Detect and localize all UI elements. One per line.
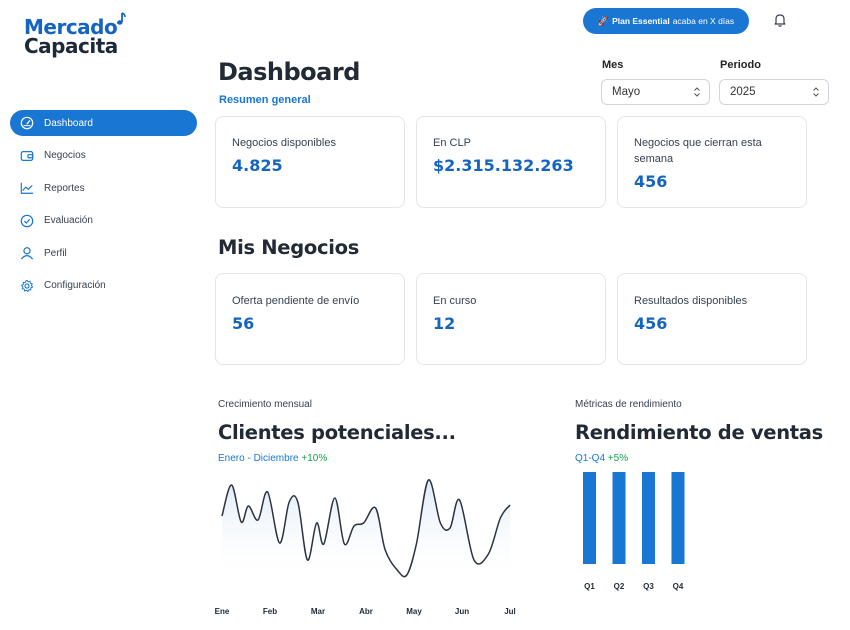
month-value: Mayo: [612, 86, 641, 98]
logo[interactable]: Mercado Capacita: [24, 12, 134, 58]
line-chart-icon: [20, 181, 34, 195]
plan-expiry: acaba en X días: [672, 16, 735, 26]
sidebar-item-evaluacion[interactable]: Evaluación: [10, 208, 197, 234]
user-icon: [20, 246, 34, 260]
period-value: 2025: [730, 86, 756, 98]
sales-chart-title: Rendimiento de ventas: [575, 421, 823, 444]
sidebar-item-configuracion[interactable]: Configuración: [10, 273, 197, 299]
chevron-updown-icon: [813, 87, 819, 97]
logo-line-2: Capacita: [24, 34, 118, 58]
summary-card-closing: Negocios que cierran esta semana 456: [617, 116, 807, 208]
card-value: 456: [634, 172, 668, 191]
wallet-icon: [20, 149, 34, 163]
period-select[interactable]: 2025: [719, 79, 829, 105]
sidebar-item-dashboard[interactable]: Dashboard: [10, 110, 197, 136]
x-tick-label: Jun: [455, 607, 469, 616]
range-text: Enero - Diciembre: [218, 453, 299, 464]
sidebar: Dashboard Negocios Reportes Evaluación P…: [10, 110, 197, 305]
card-label: En CLP: [433, 137, 471, 149]
growth-chart-kicker: Crecimiento mensual: [218, 399, 312, 410]
bell-icon[interactable]: [772, 12, 788, 28]
card-label: Resultados disponibles: [634, 295, 748, 307]
summary-card-clp: En CLP $2.315.132.263: [416, 116, 606, 208]
sales-delta: +5%: [607, 453, 629, 464]
section-title: Mis Negocios: [218, 236, 360, 259]
sidebar-item-negocios[interactable]: Negocios: [10, 143, 197, 169]
card-label: Oferta pendiente de envío: [232, 295, 360, 307]
x-tick-label: Jul: [504, 607, 516, 616]
card-label: En curso: [433, 295, 477, 307]
bar: [583, 472, 596, 564]
x-tick-label: Abr: [359, 607, 373, 616]
month-select[interactable]: Mayo: [601, 79, 710, 105]
range-text: Q1-Q4: [575, 453, 606, 464]
sidebar-item-perfil[interactable]: Perfil: [10, 240, 197, 266]
card-value: $2.315.132.263: [433, 156, 574, 175]
x-tick-label: May: [406, 607, 422, 616]
sales-chart-range: Q1-Q4 +5%: [575, 453, 628, 464]
gauge-icon: [20, 116, 34, 130]
bar: [642, 472, 655, 564]
card-label: Negocios disponibles: [232, 137, 336, 149]
sidebar-item-label: Evaluación: [44, 215, 93, 226]
page-subtitle: Resumen general: [219, 94, 311, 106]
plan-button[interactable]: 🚀 Plan Essential acaba en X días: [583, 8, 749, 34]
sales-chart-kicker: Métricas de rendimiento: [575, 399, 682, 410]
x-tick-label: Q2: [614, 582, 625, 591]
growth-delta: +10%: [301, 453, 328, 464]
x-tick-label: Q4: [673, 582, 684, 591]
card-value: 4.825: [232, 156, 283, 175]
card-value: 56: [232, 314, 255, 333]
sidebar-item-label: Negocios: [44, 150, 86, 161]
my-business-card-in-progress[interactable]: En curso 12: [416, 273, 606, 365]
plan-name: Plan Essential: [612, 16, 670, 26]
sidebar-item-label: Dashboard: [44, 117, 93, 129]
chevron-updown-icon: [694, 87, 700, 97]
card-label: Negocios que cierran esta semana: [634, 137, 762, 165]
my-business-card-results[interactable]: Resultados disponibles 456: [617, 273, 807, 365]
card-value: 12: [433, 314, 456, 333]
bar: [671, 472, 685, 564]
gear-icon: [20, 279, 34, 293]
x-tick-label: Ene: [215, 607, 230, 616]
period-label: Periodo: [720, 59, 761, 71]
sales-bar-chart: Q1 Q2 Q3 Q4: [583, 472, 685, 591]
growth-line-chart: Ene Feb Mar Abr May Jun Jul: [215, 479, 516, 616]
month-label: Mes: [602, 59, 624, 71]
bar: [612, 472, 626, 564]
check-circle-icon: [20, 214, 34, 228]
page-title: Dashboard: [218, 58, 360, 86]
sidebar-item-label: Perfil: [44, 247, 67, 259]
x-tick-label: Mar: [311, 607, 325, 616]
x-tick-label: Q1: [584, 582, 595, 591]
music-note-icon: [117, 12, 126, 25]
summary-card-available: Negocios disponibles 4.825: [215, 116, 405, 208]
x-tick-label: Feb: [263, 607, 277, 616]
my-business-card-pending[interactable]: Oferta pendiente de envío 56: [215, 273, 405, 365]
sidebar-item-label: Configuración: [44, 280, 106, 291]
sidebar-item-reportes[interactable]: Reportes: [10, 175, 197, 201]
growth-chart-range: Enero - Diciembre +10%: [218, 453, 327, 464]
card-value: 456: [634, 314, 668, 333]
rocket-icon: 🚀: [597, 15, 610, 26]
sidebar-item-label: Reportes: [44, 182, 85, 194]
growth-chart-title: Clientes potenciales...: [218, 421, 456, 444]
x-tick-label: Q3: [643, 582, 654, 591]
